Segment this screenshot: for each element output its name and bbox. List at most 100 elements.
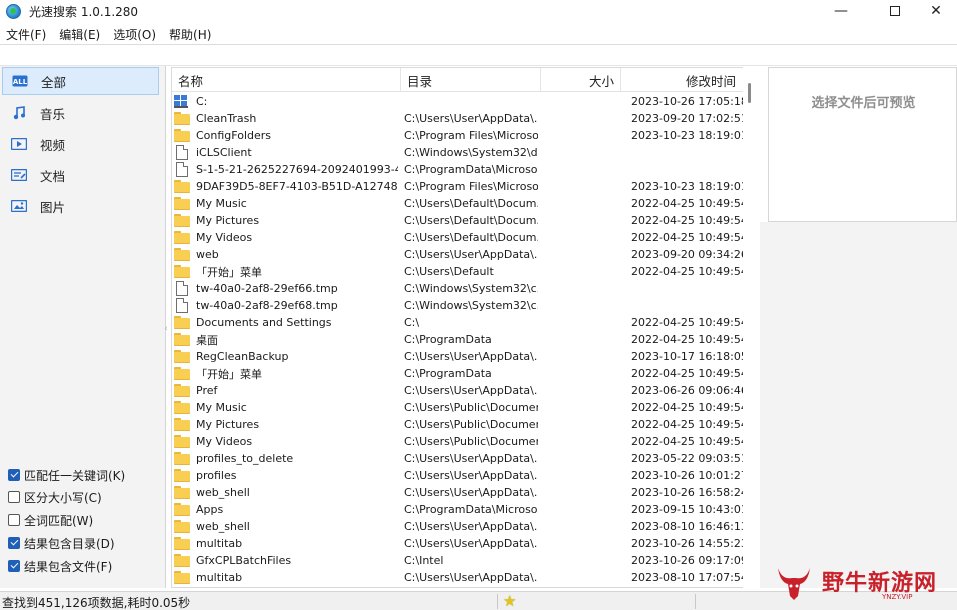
table-row[interactable]: Documents and Settings C:\ 2022-04-25 10:4…	[172, 314, 748, 331]
vertical-scrollbar[interactable]	[743, 67, 758, 588]
category-video[interactable]: 视频	[2, 130, 159, 158]
cell-directory: C:\Users\Default\Docum...	[404, 197, 538, 210]
checkbox[interactable]	[8, 469, 20, 481]
folder-icon	[174, 400, 190, 415]
close-button[interactable]: ✕	[913, 0, 957, 22]
table-row[interactable]: C: 2023-10-26 17:05:18	[172, 93, 748, 110]
column-header-size[interactable]: 大小	[541, 68, 621, 92]
menu-file[interactable]: 文件(F)	[0, 26, 53, 43]
table-row[interactable]: My Videos C:\Users\Default\Docum... 2022-0…	[172, 229, 748, 246]
checkbox[interactable]	[8, 537, 20, 549]
star-icon[interactable]: ★	[503, 593, 516, 609]
cell-modified-time: 2023-06-26 09:06:46	[631, 384, 748, 397]
option-include-directories[interactable]: 结果包含目录(D)	[8, 534, 115, 552]
option-label: 结果包含目录(D)	[24, 536, 115, 551]
folder-icon	[174, 196, 190, 211]
all-icon: ALL	[12, 74, 28, 88]
close-icon: ✕	[930, 3, 942, 19]
folder-icon	[174, 502, 190, 517]
table-row[interactable]: My Music C:\Users\Default\Docum... 2022-04…	[172, 195, 748, 212]
folder-icon	[174, 570, 190, 585]
table-row[interactable]: ConfigFolders C:\Program Files\Microso...…	[172, 127, 748, 144]
cell-modified-time: 2023-09-20 09:34:26	[631, 248, 748, 261]
table-row[interactable]: RegCleanBackup C:\Users\User\AppData\... 2…	[172, 348, 748, 365]
preview-placeholder: 选择文件后可预览	[811, 96, 916, 111]
cell-modified-time: 2022-04-25 10:49:54	[631, 316, 748, 329]
cell-name: Documents and Settings	[196, 316, 332, 329]
status-divider	[497, 594, 498, 609]
minimize-button[interactable]: —	[818, 0, 864, 22]
cell-name: multitab	[196, 571, 243, 584]
table-row[interactable]: tw-40a0-2af8-29ef66.tmp C:\Windows\System…	[172, 280, 745, 297]
cell-name: profiles	[196, 469, 237, 482]
table-row[interactable]: 9DAF39D5-8EF7-4103-B51D-A12748C... C:\Pro…	[172, 178, 748, 195]
cell-directory: C:\	[404, 316, 420, 329]
table-row[interactable]: GfxCPLBatchFiles C:\Intel 2023-10-26 09:17…	[172, 552, 748, 569]
option-case-sensitive[interactable]: 区分大小写(C)	[8, 488, 102, 506]
table-row[interactable]: iCLSClient C:\Windows\System32\d...	[172, 144, 745, 161]
option-include-files[interactable]: 结果包含文件(F)	[8, 557, 112, 575]
cell-directory: C:\ProgramData\Microso...	[404, 163, 538, 176]
table-row[interactable]: My Music C:\Users\Public\Documents 2022-04…	[172, 399, 748, 416]
table-row[interactable]: web_shell C:\Users\User\AppData\... 2023-0…	[172, 518, 748, 535]
table-row[interactable]: My Videos C:\Users\Public\Documents 2022-0…	[172, 433, 748, 450]
table-row[interactable]: web_shell C:\Users\User\AppData\... 2023-1…	[172, 484, 748, 501]
checkbox[interactable]	[8, 560, 20, 572]
table-row[interactable]: multitab C:\Users\User\AppData\... 2023-08…	[172, 569, 748, 586]
table-row[interactable]: 「开始」菜单 C:\Users\Default 2022-04-25 10:49:5…	[172, 263, 748, 280]
table-row[interactable]: S-1-5-21-2625227694-2092401993-42... C:\P…	[172, 161, 745, 178]
cell-name: CleanTrash	[196, 112, 257, 125]
status-text: 查找到451,126项数据,耗时0.05秒	[2, 596, 191, 610]
cell-name: web	[196, 248, 219, 261]
category-all[interactable]: ALL 全部	[2, 67, 159, 95]
menu-edit[interactable]: 编辑(E)	[53, 26, 107, 43]
checkbox[interactable]	[8, 491, 20, 503]
table-row[interactable]: 桌面 C:\ProgramData 2022-04-25 10:49:54	[172, 331, 748, 348]
category-music[interactable]: 音乐	[2, 99, 159, 127]
menu-options[interactable]: 选项(O)	[107, 26, 163, 43]
table-row[interactable]: My Pictures C:\Users\Public\Documents 2022…	[172, 416, 748, 433]
music-note-icon	[11, 106, 27, 120]
cell-directory: C:\Windows\System32\c...	[404, 299, 538, 312]
category-document[interactable]: 文档	[2, 161, 159, 189]
column-header-name[interactable]: 名称	[172, 68, 401, 92]
table-row[interactable]: profiles_to_delete C:\Users\User\AppData\…	[172, 450, 748, 467]
category-label: 全部	[41, 74, 67, 90]
table-row[interactable]: tw-40a0-2af8-29ef68.tmp C:\Windows\System…	[172, 297, 745, 314]
cell-modified-time: 2023-09-15 10:43:01	[631, 503, 748, 516]
category-label: 文档	[40, 168, 66, 184]
table-row[interactable]: profiles C:\Users\User\AppData\... 2023-10…	[172, 467, 748, 484]
image-icon	[11, 199, 27, 213]
table-row[interactable]: web C:\Users\User\AppData\... 2023-09-20 0…	[172, 246, 748, 263]
option-whole-word[interactable]: 全词匹配(W)	[8, 511, 93, 529]
table-row[interactable]: 「开始」菜单 C:\ProgramData 2022-04-25 10:49:54	[172, 365, 748, 382]
cell-directory: C:\Users\User\AppData\...	[404, 248, 538, 261]
table-row[interactable]: My Pictures C:\Users\Default\Docum... 2022…	[172, 212, 748, 229]
cell-name: My Pictures	[196, 214, 260, 227]
checkbox[interactable]	[8, 514, 20, 526]
table-row[interactable]: Apps C:\ProgramData\Microso... 2023-09-15 …	[172, 501, 748, 518]
table-row[interactable]: multitab C:\Users\User\AppData\... 2023-10…	[172, 535, 748, 552]
cell-modified-time: 2023-08-10 17:07:54	[631, 571, 748, 584]
scrollbar-thumb[interactable]	[748, 83, 751, 103]
option-label: 全词匹配(W)	[24, 513, 94, 528]
cell-directory: C:\Users\User\AppData\...	[404, 520, 538, 533]
maximize-button[interactable]	[872, 0, 918, 22]
column-header-directory[interactable]: 目录	[401, 68, 541, 92]
cell-modified-time: 2022-04-25 10:49:54	[631, 265, 748, 278]
cell-modified-time: 2023-10-23 18:19:01	[631, 129, 748, 142]
menu-help[interactable]: 帮助(H)	[163, 26, 218, 43]
collapse-left-arrow-icon[interactable]: ‹	[163, 323, 169, 335]
cell-directory: C:\ProgramData\Microso...	[404, 503, 538, 516]
drive-icon	[174, 94, 190, 109]
cell-directory: C:\Users\User\AppData\...	[404, 469, 538, 482]
search-bar-area[interactable]	[0, 45, 957, 66]
column-header-modified[interactable]: 修改时间	[621, 68, 744, 92]
table-row[interactable]: Pref C:\Users\User\AppData\... 2023-06-26 …	[172, 382, 748, 399]
option-match-any-keyword[interactable]: 匹配任一关键词(K)	[8, 466, 125, 484]
cell-name: multitab	[196, 537, 243, 550]
category-image[interactable]: 图片	[2, 192, 159, 220]
file-icon	[174, 281, 190, 296]
cell-modified-time: 2023-10-26 10:01:27	[631, 469, 748, 482]
table-row[interactable]: CleanTrash C:\Users\User\AppData\... 2023-…	[172, 110, 748, 127]
